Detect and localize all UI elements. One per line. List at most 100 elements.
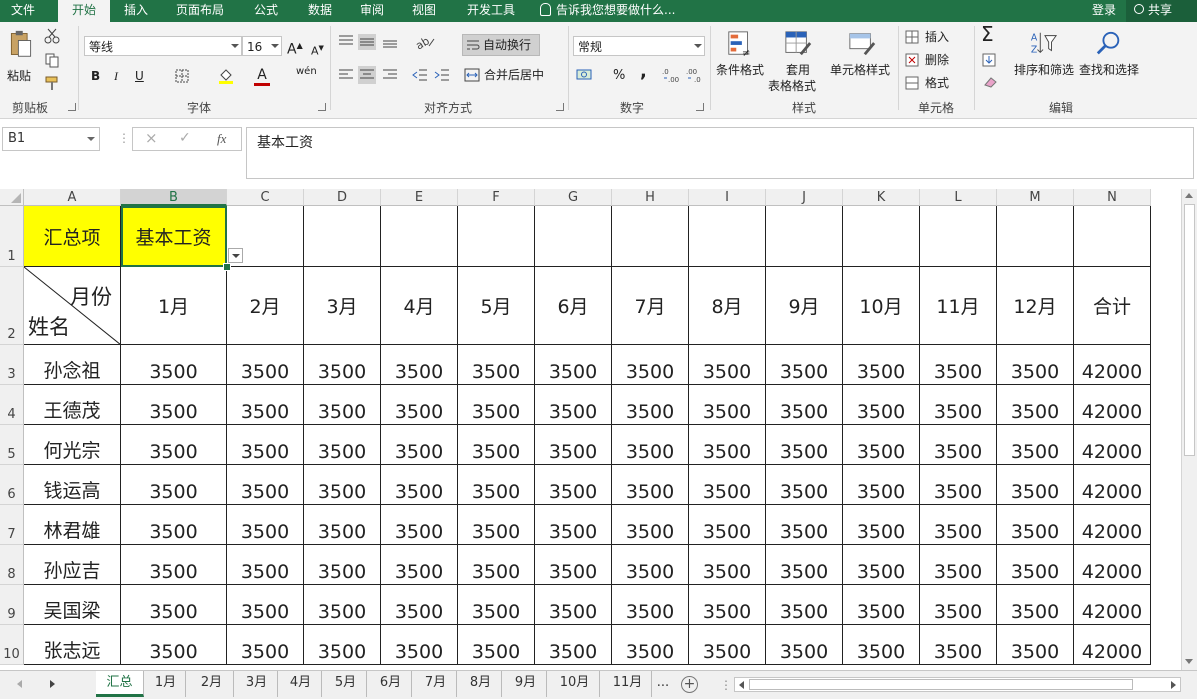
- salary-cell[interactable]: 3500: [381, 385, 458, 425]
- tab-review[interactable]: 审阅: [348, 0, 396, 22]
- column-header-i[interactable]: I: [689, 189, 766, 206]
- tab-data[interactable]: 数据: [296, 0, 344, 22]
- month-header[interactable]: 2月: [227, 267, 304, 345]
- row-header-5[interactable]: 5: [0, 425, 24, 465]
- select-all-corner[interactable]: [0, 189, 24, 206]
- alignment-launcher-icon[interactable]: [556, 103, 564, 111]
- salary-cell[interactable]: 3500: [843, 625, 920, 665]
- salary-cell[interactable]: 3500: [304, 465, 381, 505]
- salary-cell[interactable]: 3500: [304, 345, 381, 385]
- cancel-icon[interactable]: ×: [145, 129, 158, 147]
- copy-icon[interactable]: [44, 52, 60, 68]
- total-cell[interactable]: 42000: [1074, 425, 1151, 465]
- formula-input[interactable]: 基本工资: [246, 127, 1194, 179]
- underline-button[interactable]: U: [135, 66, 144, 86]
- employee-name-cell[interactable]: 林君雄: [24, 505, 121, 545]
- format-painter-icon[interactable]: [44, 75, 60, 91]
- fill-color-icon[interactable]: [218, 67, 234, 85]
- total-cell[interactable]: 42000: [1074, 385, 1151, 425]
- salary-cell[interactable]: 3500: [766, 385, 843, 425]
- tell-me-box[interactable]: 告诉我您想要做什么...: [540, 0, 675, 22]
- salary-cell[interactable]: 3500: [843, 385, 920, 425]
- tab-formulas[interactable]: 公式: [242, 0, 290, 22]
- cell-a2-diagonal-header[interactable]: 月份 姓名: [24, 267, 121, 345]
- sheet-tab[interactable]: 8月: [460, 671, 502, 697]
- orientation-icon[interactable]: ab: [414, 34, 436, 50]
- empty-cell[interactable]: [920, 206, 997, 267]
- salary-cell[interactable]: 3500: [997, 465, 1074, 505]
- percent-button[interactable]: %: [613, 66, 625, 86]
- salary-cell[interactable]: 3500: [227, 465, 304, 505]
- salary-cell[interactable]: 3500: [535, 545, 612, 585]
- column-header-n[interactable]: N: [1074, 189, 1151, 206]
- font-shrink-button[interactable]: A▼: [311, 38, 324, 62]
- row-header-9[interactable]: 9: [0, 585, 24, 625]
- salary-cell[interactable]: 3500: [612, 585, 689, 625]
- tab-insert[interactable]: 插入: [112, 0, 160, 22]
- salary-cell[interactable]: 3500: [612, 625, 689, 665]
- empty-cell[interactable]: [304, 206, 381, 267]
- bold-button[interactable]: B: [91, 66, 100, 86]
- salary-cell[interactable]: 3500: [535, 505, 612, 545]
- salary-cell[interactable]: 3500: [381, 345, 458, 385]
- salary-cell[interactable]: 3500: [458, 385, 535, 425]
- accounting-format-icon[interactable]: [576, 68, 594, 82]
- month-header[interactable]: 11月: [920, 267, 997, 345]
- row-header-4[interactable]: 4: [0, 385, 24, 425]
- column-header-g[interactable]: G: [535, 189, 612, 206]
- insert-cells-button[interactable]: 插入: [905, 27, 965, 47]
- salary-cell[interactable]: 3500: [535, 385, 612, 425]
- sheet-tab[interactable]: 7月: [415, 671, 457, 697]
- align-center-icon[interactable]: [358, 66, 376, 84]
- salary-cell[interactable]: 3500: [121, 465, 227, 505]
- month-header[interactable]: 4月: [381, 267, 458, 345]
- salary-cell[interactable]: 3500: [920, 425, 997, 465]
- salary-cell[interactable]: 3500: [381, 585, 458, 625]
- salary-cell[interactable]: 3500: [227, 545, 304, 585]
- scroll-right-icon[interactable]: [1171, 681, 1176, 689]
- merge-center-button[interactable]: 合并后居中: [464, 65, 554, 87]
- horizontal-scrollbar[interactable]: [734, 677, 1181, 692]
- tab-page-layout[interactable]: 页面布局: [168, 0, 232, 22]
- tab-file[interactable]: 文件: [0, 0, 46, 22]
- delete-cells-button[interactable]: 删除: [905, 50, 965, 70]
- month-header[interactable]: 6月: [535, 267, 612, 345]
- salary-cell[interactable]: 3500: [612, 385, 689, 425]
- salary-cell[interactable]: 3500: [997, 505, 1074, 545]
- row-header-2[interactable]: 2: [0, 267, 24, 345]
- month-header[interactable]: 5月: [458, 267, 535, 345]
- sheet-tab[interactable]: 9月: [505, 671, 547, 697]
- scroll-thumb-horizontal[interactable]: [749, 679, 1133, 690]
- filter-dropdown-button[interactable]: [228, 248, 243, 263]
- salary-cell[interactable]: 3500: [121, 625, 227, 665]
- clear-icon[interactable]: [982, 75, 998, 89]
- month-header[interactable]: 合计: [1074, 267, 1151, 345]
- employee-name-cell[interactable]: 钱运高: [24, 465, 121, 505]
- empty-cell[interactable]: [458, 206, 535, 267]
- sheet-tab[interactable]: 汇总: [96, 671, 144, 697]
- empty-cell[interactable]: [766, 206, 843, 267]
- tab-home[interactable]: 开始: [58, 0, 110, 22]
- add-sheet-button[interactable]: +: [681, 676, 698, 693]
- cell-b1-selected[interactable]: 基本工资: [121, 206, 227, 267]
- autosum-icon[interactable]: Σ: [981, 24, 994, 44]
- salary-cell[interactable]: 3500: [227, 425, 304, 465]
- salary-cell[interactable]: 3500: [535, 625, 612, 665]
- clipboard-launcher-icon[interactable]: [68, 103, 76, 111]
- sheet-tab[interactable]: 6月: [370, 671, 412, 697]
- total-cell[interactable]: 42000: [1074, 545, 1151, 585]
- salary-cell[interactable]: 3500: [458, 465, 535, 505]
- comma-button[interactable]: ,: [640, 62, 647, 82]
- month-header[interactable]: 3月: [304, 267, 381, 345]
- salary-cell[interactable]: 3500: [227, 345, 304, 385]
- login-link[interactable]: 登录: [1092, 0, 1116, 21]
- increase-indent-icon[interactable]: [434, 68, 450, 82]
- salary-cell[interactable]: 3500: [689, 345, 766, 385]
- salary-cell[interactable]: 3500: [689, 385, 766, 425]
- month-header[interactable]: 10月: [843, 267, 920, 345]
- row-header-3[interactable]: 3: [0, 345, 24, 385]
- salary-cell[interactable]: 3500: [381, 425, 458, 465]
- cell-styles-button[interactable]: 单元格样式: [830, 28, 894, 92]
- salary-cell[interactable]: 3500: [121, 505, 227, 545]
- empty-cell[interactable]: [381, 206, 458, 267]
